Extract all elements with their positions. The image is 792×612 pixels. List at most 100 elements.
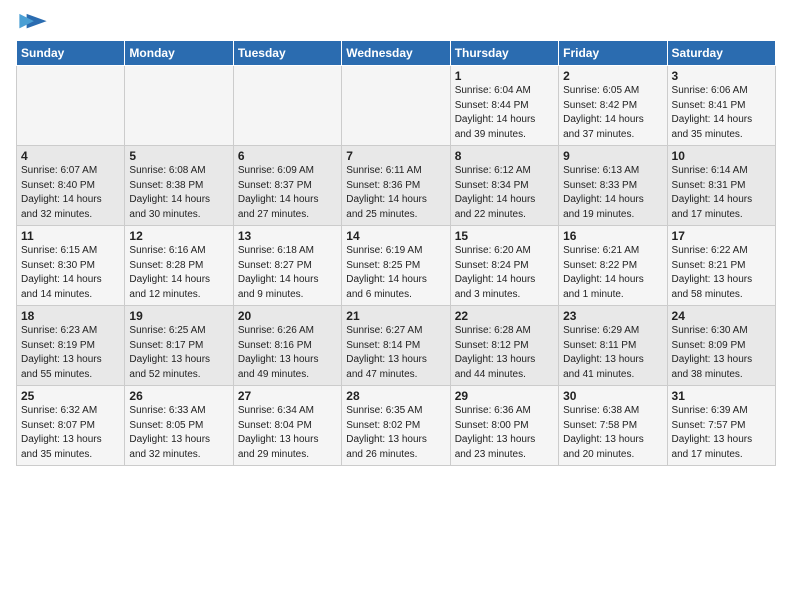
dow-header-tuesday: Tuesday — [233, 41, 341, 66]
day-number: 2 — [563, 69, 662, 83]
day-info: Sunrise: 6:18 AM Sunset: 8:27 PM Dayligh… — [238, 244, 337, 302]
dow-header-monday: Monday — [125, 41, 233, 66]
day-info: Sunrise: 6:34 AM Sunset: 8:04 PM Dayligh… — [238, 404, 337, 462]
day-number: 15 — [455, 229, 554, 243]
day-number: 18 — [21, 309, 120, 323]
day-number: 24 — [672, 309, 771, 323]
day-info: Sunrise: 6:30 AM Sunset: 8:09 PM Dayligh… — [672, 324, 771, 382]
day-info: Sunrise: 6:06 AM Sunset: 8:41 PM Dayligh… — [672, 84, 771, 142]
day-info: Sunrise: 6:11 AM Sunset: 8:36 PM Dayligh… — [346, 164, 445, 222]
day-number: 16 — [563, 229, 662, 243]
calendar-cell — [342, 66, 450, 146]
day-info: Sunrise: 6:13 AM Sunset: 8:33 PM Dayligh… — [563, 164, 662, 222]
day-number: 17 — [672, 229, 771, 243]
week-row-2: 4Sunrise: 6:07 AM Sunset: 8:40 PM Daylig… — [17, 146, 776, 226]
day-info: Sunrise: 6:15 AM Sunset: 8:30 PM Dayligh… — [21, 244, 120, 302]
day-number: 19 — [129, 309, 228, 323]
day-number: 25 — [21, 389, 120, 403]
day-info: Sunrise: 6:28 AM Sunset: 8:12 PM Dayligh… — [455, 324, 554, 382]
calendar-cell — [125, 66, 233, 146]
calendar-cell: 29Sunrise: 6:36 AM Sunset: 8:00 PM Dayli… — [450, 386, 558, 466]
calendar-cell: 11Sunrise: 6:15 AM Sunset: 8:30 PM Dayli… — [17, 226, 125, 306]
dow-header-thursday: Thursday — [450, 41, 558, 66]
day-info: Sunrise: 6:22 AM Sunset: 8:21 PM Dayligh… — [672, 244, 771, 302]
day-info: Sunrise: 6:29 AM Sunset: 8:11 PM Dayligh… — [563, 324, 662, 382]
dow-header-sunday: Sunday — [17, 41, 125, 66]
calendar-cell: 18Sunrise: 6:23 AM Sunset: 8:19 PM Dayli… — [17, 306, 125, 386]
day-number: 30 — [563, 389, 662, 403]
day-number: 23 — [563, 309, 662, 323]
calendar-cell: 13Sunrise: 6:18 AM Sunset: 8:27 PM Dayli… — [233, 226, 341, 306]
week-row-5: 25Sunrise: 6:32 AM Sunset: 8:07 PM Dayli… — [17, 386, 776, 466]
day-number: 7 — [346, 149, 445, 163]
day-number: 9 — [563, 149, 662, 163]
calendar-cell — [233, 66, 341, 146]
day-number: 8 — [455, 149, 554, 163]
calendar-cell: 23Sunrise: 6:29 AM Sunset: 8:11 PM Dayli… — [559, 306, 667, 386]
day-number: 6 — [238, 149, 337, 163]
day-number: 3 — [672, 69, 771, 83]
day-info: Sunrise: 6:27 AM Sunset: 8:14 PM Dayligh… — [346, 324, 445, 382]
day-info: Sunrise: 6:39 AM Sunset: 7:57 PM Dayligh… — [672, 404, 771, 462]
calendar-cell: 2Sunrise: 6:05 AM Sunset: 8:42 PM Daylig… — [559, 66, 667, 146]
calendar-cell: 12Sunrise: 6:16 AM Sunset: 8:28 PM Dayli… — [125, 226, 233, 306]
dow-header-friday: Friday — [559, 41, 667, 66]
week-row-1: 1Sunrise: 6:04 AM Sunset: 8:44 PM Daylig… — [17, 66, 776, 146]
calendar-cell: 9Sunrise: 6:13 AM Sunset: 8:33 PM Daylig… — [559, 146, 667, 226]
day-number: 27 — [238, 389, 337, 403]
day-info: Sunrise: 6:07 AM Sunset: 8:40 PM Dayligh… — [21, 164, 120, 222]
calendar-cell: 16Sunrise: 6:21 AM Sunset: 8:22 PM Dayli… — [559, 226, 667, 306]
day-info: Sunrise: 6:04 AM Sunset: 8:44 PM Dayligh… — [455, 84, 554, 142]
calendar-cell: 17Sunrise: 6:22 AM Sunset: 8:21 PM Dayli… — [667, 226, 775, 306]
logo — [16, 12, 48, 32]
calendar-cell: 27Sunrise: 6:34 AM Sunset: 8:04 PM Dayli… — [233, 386, 341, 466]
day-info: Sunrise: 6:14 AM Sunset: 8:31 PM Dayligh… — [672, 164, 771, 222]
day-number: 29 — [455, 389, 554, 403]
dow-header-saturday: Saturday — [667, 41, 775, 66]
day-number: 31 — [672, 389, 771, 403]
calendar-wrapper: SundayMondayTuesdayWednesdayThursdayFrid… — [0, 36, 792, 474]
day-number: 4 — [21, 149, 120, 163]
calendar-cell — [17, 66, 125, 146]
day-info: Sunrise: 6:16 AM Sunset: 8:28 PM Dayligh… — [129, 244, 228, 302]
calendar-cell: 21Sunrise: 6:27 AM Sunset: 8:14 PM Dayli… — [342, 306, 450, 386]
calendar-cell: 10Sunrise: 6:14 AM Sunset: 8:31 PM Dayli… — [667, 146, 775, 226]
calendar-cell: 8Sunrise: 6:12 AM Sunset: 8:34 PM Daylig… — [450, 146, 558, 226]
day-info: Sunrise: 6:19 AM Sunset: 8:25 PM Dayligh… — [346, 244, 445, 302]
day-number: 22 — [455, 309, 554, 323]
week-row-3: 11Sunrise: 6:15 AM Sunset: 8:30 PM Dayli… — [17, 226, 776, 306]
day-number: 28 — [346, 389, 445, 403]
calendar-cell: 22Sunrise: 6:28 AM Sunset: 8:12 PM Dayli… — [450, 306, 558, 386]
day-info: Sunrise: 6:33 AM Sunset: 8:05 PM Dayligh… — [129, 404, 228, 462]
day-number: 14 — [346, 229, 445, 243]
calendar-cell: 3Sunrise: 6:06 AM Sunset: 8:41 PM Daylig… — [667, 66, 775, 146]
week-row-4: 18Sunrise: 6:23 AM Sunset: 8:19 PM Dayli… — [17, 306, 776, 386]
day-info: Sunrise: 6:20 AM Sunset: 8:24 PM Dayligh… — [455, 244, 554, 302]
day-info: Sunrise: 6:26 AM Sunset: 8:16 PM Dayligh… — [238, 324, 337, 382]
day-info: Sunrise: 6:32 AM Sunset: 8:07 PM Dayligh… — [21, 404, 120, 462]
day-number: 10 — [672, 149, 771, 163]
calendar-cell: 24Sunrise: 6:30 AM Sunset: 8:09 PM Dayli… — [667, 306, 775, 386]
day-info: Sunrise: 6:09 AM Sunset: 8:37 PM Dayligh… — [238, 164, 337, 222]
day-info: Sunrise: 6:21 AM Sunset: 8:22 PM Dayligh… — [563, 244, 662, 302]
calendar-cell: 6Sunrise: 6:09 AM Sunset: 8:37 PM Daylig… — [233, 146, 341, 226]
calendar-cell: 7Sunrise: 6:11 AM Sunset: 8:36 PM Daylig… — [342, 146, 450, 226]
day-info: Sunrise: 6:36 AM Sunset: 8:00 PM Dayligh… — [455, 404, 554, 462]
day-info: Sunrise: 6:08 AM Sunset: 8:38 PM Dayligh… — [129, 164, 228, 222]
day-number: 13 — [238, 229, 337, 243]
day-number: 5 — [129, 149, 228, 163]
day-info: Sunrise: 6:23 AM Sunset: 8:19 PM Dayligh… — [21, 324, 120, 382]
day-number: 20 — [238, 309, 337, 323]
day-number: 26 — [129, 389, 228, 403]
page-header — [0, 0, 792, 36]
calendar-cell: 4Sunrise: 6:07 AM Sunset: 8:40 PM Daylig… — [17, 146, 125, 226]
day-number: 1 — [455, 69, 554, 83]
calendar-cell: 25Sunrise: 6:32 AM Sunset: 8:07 PM Dayli… — [17, 386, 125, 466]
calendar-cell: 5Sunrise: 6:08 AM Sunset: 8:38 PM Daylig… — [125, 146, 233, 226]
calendar-cell: 31Sunrise: 6:39 AM Sunset: 7:57 PM Dayli… — [667, 386, 775, 466]
day-number: 21 — [346, 309, 445, 323]
dow-header-wednesday: Wednesday — [342, 41, 450, 66]
day-number: 11 — [21, 229, 120, 243]
calendar-cell: 28Sunrise: 6:35 AM Sunset: 8:02 PM Dayli… — [342, 386, 450, 466]
day-info: Sunrise: 6:38 AM Sunset: 7:58 PM Dayligh… — [563, 404, 662, 462]
